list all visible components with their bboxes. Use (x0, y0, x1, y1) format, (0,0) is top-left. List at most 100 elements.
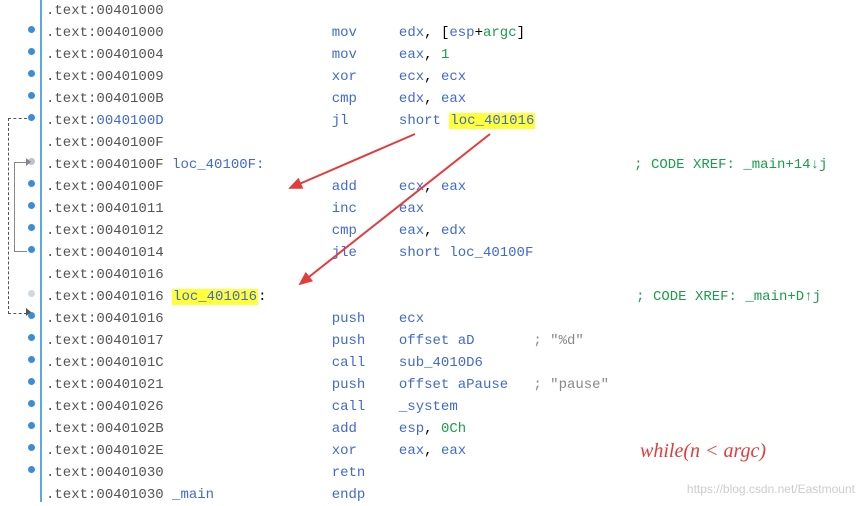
operand: ecx (399, 311, 424, 327)
operand: esp (449, 25, 474, 41)
asm-line[interactable]: .text:00401021 push offset aPause ; "pau… (46, 374, 827, 396)
asm-line[interactable]: .text:00401016 loc_401016: ; CODE XREF: … (46, 286, 827, 308)
operand: eax (399, 223, 424, 239)
asm-line[interactable]: .text:00401016 (46, 264, 827, 286)
segment-prefix: .text: (46, 333, 96, 349)
asm-line[interactable]: .text:00401030 retn (46, 462, 827, 484)
asm-line[interactable]: .text:00401012 cmp eax, edx (46, 220, 827, 242)
segment-prefix: .text: (46, 135, 96, 151)
address[interactable]: 0040100F (96, 157, 163, 173)
annotation-text: while(n < argc) (640, 440, 766, 463)
watermark: https://blog.csdn.net/Eastmount (687, 482, 855, 496)
segment-prefix: .text: (46, 157, 96, 173)
address[interactable]: 00401012 (96, 223, 163, 239)
address[interactable]: 0040102E (96, 443, 163, 459)
inline-comment: ; "pause" (533, 377, 609, 393)
address[interactable]: 00401030 (96, 465, 163, 481)
address[interactable]: 0040100D (96, 113, 163, 129)
asm-line[interactable]: .text:0040100F loc_40100F: ; CODE XREF: … (46, 154, 827, 176)
xref-comment[interactable]: ; CODE XREF: _main+D↑j (636, 289, 821, 305)
operand: , [ (424, 25, 449, 41)
asm-line[interactable]: .text:00401004 mov eax, 1 (46, 44, 827, 66)
address[interactable]: 0040101C (96, 355, 163, 371)
operand: ecx (399, 179, 424, 195)
operand[interactable]: _system (399, 399, 458, 415)
address[interactable]: 00401016 (96, 311, 163, 327)
address[interactable]: 00401004 (96, 47, 163, 63)
asm-line[interactable]: .text:0040100B cmp edx, eax (46, 88, 827, 110)
operand[interactable]: aD (458, 333, 475, 349)
asm-line[interactable]: .text:0040101C call sub_4010D6 (46, 352, 827, 374)
asm-line[interactable]: .text:0040100F add ecx, eax (46, 176, 827, 198)
segment-prefix: .text: (46, 25, 96, 41)
operand: esp (399, 421, 424, 437)
operand: eax (399, 47, 424, 63)
asm-line[interactable]: .text:00401000 mov edx, [esp+argc] (46, 22, 827, 44)
address[interactable]: 00401011 (96, 201, 163, 217)
xref-comment[interactable]: ; CODE XREF: _main+14↓j (634, 157, 827, 173)
operand[interactable]: sub_4010D6 (399, 355, 483, 371)
address[interactable]: 0040100F (96, 135, 163, 151)
jump-arrow-inner (14, 162, 27, 252)
asm-line[interactable]: .text:00401009 xor ecx, ecx (46, 66, 827, 88)
operand: , (424, 91, 441, 107)
operand: , (424, 443, 441, 459)
operand (449, 377, 457, 393)
segment-prefix: .text: (46, 113, 96, 129)
segment-prefix: .text: (46, 69, 96, 85)
code-label[interactable]: loc_401016 (172, 289, 258, 305)
function-name[interactable]: _main (172, 487, 214, 503)
address[interactable]: 0040102B (96, 421, 163, 437)
asm-line[interactable]: .text:00401016 push ecx (46, 308, 827, 330)
operand: offset (399, 377, 449, 393)
mnemonic: jl (332, 113, 349, 129)
segment-prefix: .text: (46, 267, 96, 283)
operand: ecx (399, 69, 424, 85)
asm-line[interactable]: .text:00401017 push offset aD ; "%d" (46, 330, 827, 352)
operand: edx (441, 223, 466, 239)
asm-line[interactable]: .text:00401011 inc eax (46, 198, 827, 220)
operand: , (424, 179, 441, 195)
segment-prefix: .text: (46, 3, 96, 19)
operand: ecx (441, 69, 466, 85)
asm-line[interactable]: .text:00401026 call _system (46, 396, 827, 418)
address[interactable]: 00401017 (96, 333, 163, 349)
asm-line[interactable]: .text:00401014 jle short loc_40100F (46, 242, 827, 264)
address[interactable]: 00401014 (96, 245, 163, 261)
mnemonic: add (332, 179, 357, 195)
address[interactable]: 00401000 (96, 25, 163, 41)
segment-prefix: .text: (46, 179, 96, 195)
operand: 1 (441, 47, 449, 63)
address[interactable]: 00401000 (96, 3, 163, 19)
operand: short (399, 113, 441, 129)
address[interactable]: 0040100F (96, 179, 163, 195)
segment-prefix: .text: (46, 289, 96, 305)
segment-prefix: .text: (46, 377, 96, 393)
address[interactable]: 00401030 (96, 487, 163, 503)
asm-line[interactable]: .text:00401000 (46, 0, 827, 22)
segment-prefix: .text: (46, 443, 96, 459)
asm-line[interactable]: .text:0040102B add esp, 0Ch (46, 418, 827, 440)
address[interactable]: 00401016 (96, 267, 163, 283)
address[interactable]: 00401021 (96, 377, 163, 393)
asm-line[interactable]: .text:0040100F (46, 132, 827, 154)
address[interactable]: 00401009 (96, 69, 163, 85)
address[interactable]: 00401016 (96, 289, 163, 305)
address[interactable]: 00401026 (96, 399, 163, 415)
operand: , (424, 421, 441, 437)
operand[interactable]: aPause (458, 377, 508, 393)
operand[interactable]: loc_40100F (449, 245, 533, 261)
operand: offset (399, 333, 449, 349)
asm-line[interactable]: .text:0040100D jl short loc_401016 (46, 110, 827, 132)
mnemonic: call (332, 399, 366, 415)
operand[interactable]: loc_401016 (449, 113, 535, 129)
mnemonic: add (332, 421, 357, 437)
mnemonic: call (332, 355, 366, 371)
segment-prefix: .text: (46, 355, 96, 371)
code-label[interactable]: loc_40100F: (172, 157, 264, 173)
disassembly-listing[interactable]: .text:00401000 .text:00401000 mov edx, [… (42, 0, 827, 502)
mnemonic: push (332, 333, 366, 349)
operand: , (424, 69, 441, 85)
segment-prefix: .text: (46, 465, 96, 481)
address[interactable]: 0040100B (96, 91, 163, 107)
